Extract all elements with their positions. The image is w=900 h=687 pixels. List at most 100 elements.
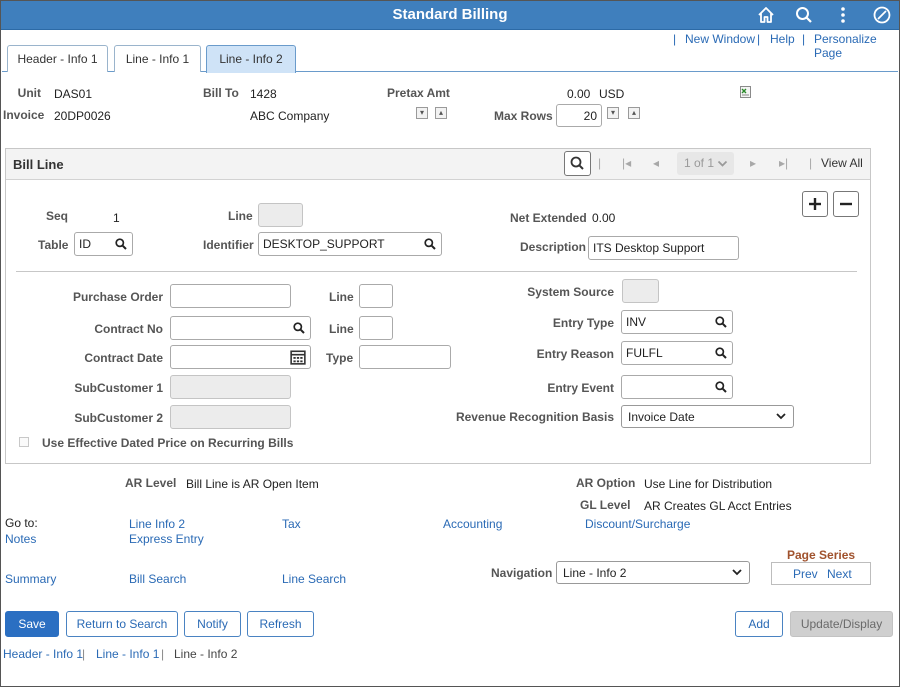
subcustomer-2-label: SubCustomer 2 [74, 411, 163, 425]
invoice-label: Invoice [3, 108, 45, 122]
description-field[interactable]: ITS Desktop Support [588, 236, 739, 260]
prev-page-link[interactable]: Prev [793, 567, 818, 581]
purchase-order-label: Purchase Order [72, 290, 163, 304]
table-field[interactable]: ID [74, 232, 133, 256]
goto-express-entry-link[interactable]: Express Entry [129, 532, 204, 546]
view-all-link[interactable]: View All [821, 156, 863, 170]
first-page-icon[interactable]: |◂ [622, 156, 631, 170]
bill-to-name: ABC Company [250, 109, 330, 123]
seq-value: 1 [113, 211, 120, 225]
section-divider [16, 271, 857, 272]
pretax-amt-label: Pretax Amt [387, 86, 450, 100]
add-row-button[interactable] [802, 191, 828, 217]
contract-date-field[interactable] [170, 345, 311, 369]
po-line-field[interactable] [359, 284, 393, 308]
navbar-icon[interactable] [872, 5, 894, 25]
po-line-label: Line [329, 290, 354, 304]
new-window-link[interactable]: New Window [685, 32, 755, 46]
currency-code: USD [599, 87, 625, 101]
system-source-field [622, 279, 659, 303]
personalize-page-link[interactable]: Personalize Page [814, 32, 900, 60]
next-page-link[interactable]: Next [827, 567, 852, 581]
refresh-button[interactable]: Refresh [247, 611, 314, 637]
lookup-icon[interactable] [292, 321, 306, 335]
type-field[interactable] [359, 345, 451, 369]
prev-page-icon[interactable]: ◂ [653, 156, 659, 170]
navigation-select[interactable]: Line - Info 2 [556, 561, 750, 584]
chevron-down-icon [717, 160, 728, 167]
bill-line-header [6, 149, 870, 180]
calendar-icon[interactable] [290, 349, 306, 365]
line-number-field [258, 203, 303, 227]
seq-label: Seq [46, 209, 69, 223]
collapse-icon[interactable]: ▴ [435, 107, 447, 119]
revenue-recognition-label: Revenue Recognition Basis [455, 410, 614, 424]
goto-bill-search-link[interactable]: Bill Search [129, 572, 186, 586]
purchase-order-field[interactable] [170, 284, 291, 308]
help-link[interactable]: Help [770, 32, 795, 46]
goto-label: Go to: [5, 516, 38, 530]
save-button[interactable]: Save [5, 611, 59, 637]
collapse-all-icon[interactable]: ▴ [628, 107, 640, 119]
footer-separator: | [82, 647, 86, 661]
add-button[interactable]: Add [735, 611, 783, 637]
entry-reason-field[interactable]: FULFL [621, 341, 733, 365]
tab-line-info-2[interactable]: Line - Info 2 [206, 45, 296, 73]
ar-option-label: AR Option [576, 476, 636, 490]
lookup-icon[interactable] [714, 380, 728, 394]
return-to-search-button[interactable]: Return to Search [66, 611, 178, 637]
revenue-recognition-value: Invoice Date [628, 410, 695, 424]
revenue-recognition-select[interactable]: Invoice Date [621, 405, 794, 428]
link-separator: | [673, 32, 677, 46]
notify-button[interactable]: Notify [184, 611, 241, 637]
effective-dated-label: Use Effective Dated Price on Recurring B… [42, 436, 294, 450]
page-series-box [771, 562, 871, 585]
lookup-icon[interactable] [423, 237, 437, 251]
ar-level-value: Bill Line is AR Open Item [186, 477, 319, 491]
goto-line-search-link[interactable]: Line Search [282, 572, 346, 586]
entry-event-field[interactable] [621, 375, 733, 399]
lookup-icon[interactable] [714, 346, 728, 360]
goto-summary-link[interactable]: Summary [5, 572, 56, 586]
home-icon[interactable] [756, 5, 778, 25]
pager-separator: | [809, 156, 813, 170]
expand-all-icon[interactable]: ▾ [607, 107, 619, 119]
contract-date-label: Contract Date [84, 351, 163, 365]
subcustomer-1-label: SubCustomer 1 [74, 381, 163, 395]
net-extended-label: Net Extended [510, 211, 587, 225]
lookup-icon[interactable] [714, 315, 728, 329]
delete-row-button[interactable] [833, 191, 859, 217]
tab-line-info-1[interactable]: Line - Info 1 [114, 45, 201, 72]
goto-discount-surcharge-link[interactable]: Discount/Surcharge [585, 517, 690, 531]
search-icon[interactable] [794, 5, 816, 25]
identifier-field[interactable]: DESKTOP_SUPPORT [258, 232, 442, 256]
export-icon[interactable] [740, 86, 751, 98]
tab-header-info-1[interactable]: Header - Info 1 [7, 45, 108, 72]
gl-level-value: AR Creates GL Acct Entries [644, 499, 792, 513]
entry-type-field[interactable]: INV [621, 310, 733, 334]
lookup-icon[interactable] [114, 237, 128, 251]
effective-dated-checkbox[interactable] [19, 437, 29, 447]
type-label: Type [326, 351, 354, 365]
entry-reason-label: Entry Reason [536, 347, 614, 361]
goto-notes-link[interactable]: Notes [5, 532, 36, 546]
max-rows-input[interactable]: 20 [556, 104, 602, 127]
page-selector[interactable]: 1 of 1 [677, 152, 734, 175]
contract-line-field[interactable] [359, 316, 393, 340]
pretax-amt-value: 0.00 [567, 87, 591, 101]
line-label: Line [228, 209, 253, 223]
expand-icon[interactable]: ▾ [416, 107, 428, 119]
footer-header-info-1-link[interactable]: Header - Info 1 [3, 647, 83, 661]
footer-line-info-1-link[interactable]: Line - Info 1 [96, 647, 159, 661]
subcustomer-1-field [170, 375, 291, 399]
last-page-icon[interactable]: ▸| [779, 156, 788, 170]
goto-tax-link[interactable]: Tax [282, 517, 301, 531]
next-page-icon[interactable]: ▸ [750, 156, 756, 170]
grid-search-button[interactable] [564, 151, 591, 176]
goto-accounting-link[interactable]: Accounting [443, 517, 502, 531]
contract-no-field[interactable] [170, 316, 311, 340]
chevron-down-icon [732, 569, 742, 576]
description-label: Description [520, 240, 587, 254]
goto-line-info-2-link[interactable]: Line Info 2 [129, 517, 185, 531]
actions-menu-icon[interactable] [833, 5, 855, 25]
